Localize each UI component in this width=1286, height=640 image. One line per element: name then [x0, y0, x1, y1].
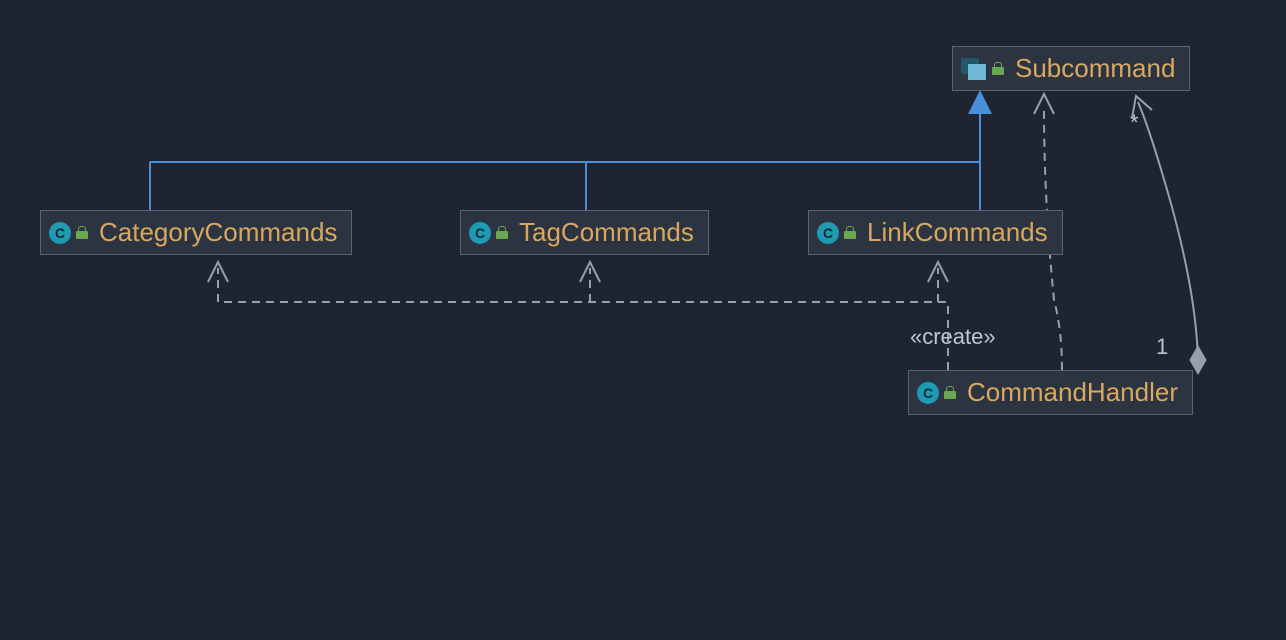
class-label: TagCommands — [519, 217, 694, 248]
class-subcommand[interactable]: Subcommand — [952, 46, 1190, 91]
class-icon: C — [917, 382, 957, 404]
create-arrow-link — [928, 262, 948, 282]
create-arrow-subcommand — [1034, 94, 1054, 114]
create-stereotype-label: «create» — [910, 324, 996, 350]
create-bus — [218, 302, 948, 370]
class-label: Subcommand — [1015, 53, 1175, 84]
class-icon: C — [469, 222, 509, 244]
class-link-commands[interactable]: C LinkCommands — [808, 210, 1063, 255]
class-command-handler[interactable]: C CommandHandler — [908, 370, 1193, 415]
class-label: CommandHandler — [967, 377, 1178, 408]
class-icon: C — [817, 222, 857, 244]
class-tag-commands[interactable]: C TagCommands — [460, 210, 709, 255]
multiplicity-star: * — [1130, 110, 1139, 136]
interface-icon — [961, 58, 1005, 80]
class-category-commands[interactable]: C CategoryCommands — [40, 210, 352, 255]
realization-arrowhead — [968, 90, 992, 114]
connections-layer — [0, 0, 1286, 640]
class-icon: C — [49, 222, 89, 244]
multiplicity-one: 1 — [1156, 334, 1168, 360]
class-label: CategoryCommands — [99, 217, 337, 248]
create-arrow-category — [208, 262, 228, 282]
aggregation-line — [1138, 102, 1198, 368]
create-arrow-tag — [580, 262, 600, 282]
class-label: LinkCommands — [867, 217, 1048, 248]
